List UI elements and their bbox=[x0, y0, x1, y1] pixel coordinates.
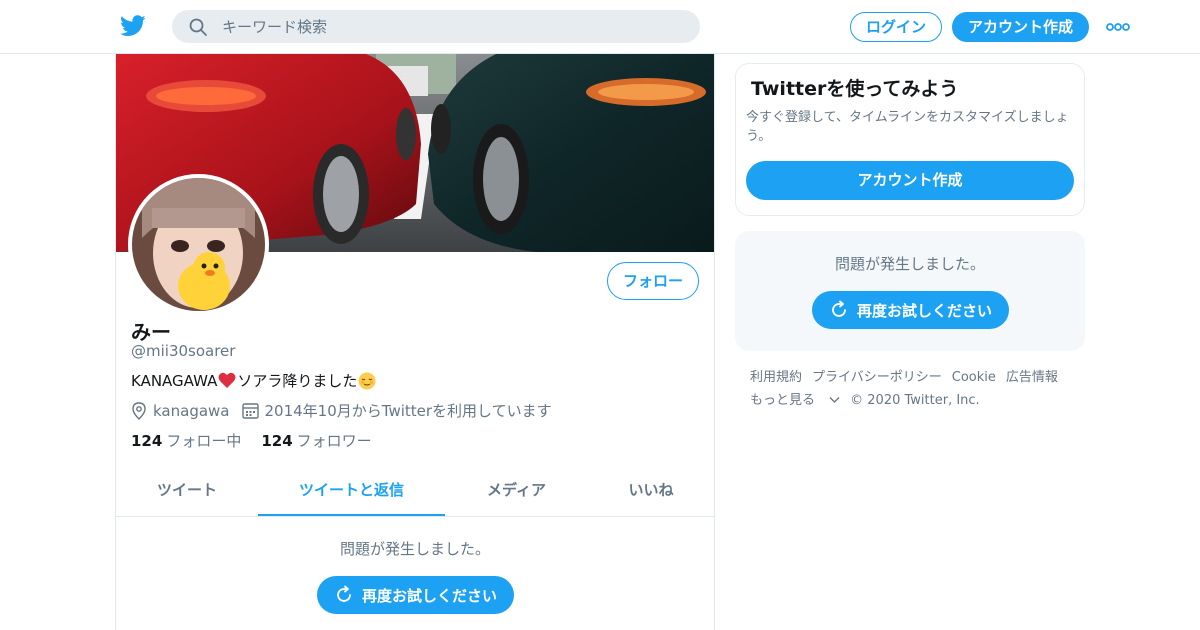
following-count: 124 bbox=[131, 432, 163, 450]
search-input[interactable] bbox=[222, 10, 682, 43]
timeline-retry-button[interactable]: 再度お試しください bbox=[317, 576, 514, 614]
location-text: kanagawa bbox=[153, 401, 230, 420]
profile-stats: 124 フォロー中 124 フォロワー bbox=[131, 430, 392, 451]
signup-button[interactable]: アカウント作成 bbox=[952, 12, 1089, 42]
profile-meta: kanagawa 2014年10月からTwitterを利用しています bbox=[131, 400, 564, 421]
relieved-face-icon bbox=[358, 372, 376, 389]
signup-promo-card: Twitterを使ってみよう 今すぐ登録して、タイムラインをカスタマイズしましょ… bbox=[735, 63, 1085, 216]
profile-column: フォロー みー @mii30soarer KANAGAWA ソアラ降りました k… bbox=[115, 54, 715, 630]
footer-more-link[interactable]: もっと見る bbox=[750, 389, 840, 412]
footer-link-ads[interactable]: 広告情報 bbox=[1006, 366, 1058, 389]
location-pin-icon bbox=[132, 401, 146, 420]
profile-handle[interactable]: @mii30soarer bbox=[131, 342, 235, 360]
refresh-icon bbox=[832, 300, 846, 317]
footer-links: 利用規約 プライバシーポリシー Cookie 広告情報 もっと見る © 2020… bbox=[750, 366, 1080, 412]
tab-tweets[interactable]: ツイート bbox=[116, 464, 258, 516]
footer-link-terms[interactable]: 利用規約 bbox=[750, 366, 802, 389]
profile-joined-date: 2014年10月からTwitterを利用しています bbox=[241, 400, 552, 421]
refresh-icon bbox=[337, 585, 351, 602]
followers-stat[interactable]: 124 フォロワー bbox=[261, 430, 371, 451]
footer-link-cookie[interactable]: Cookie bbox=[952, 366, 996, 389]
more-options-icon[interactable] bbox=[1106, 20, 1130, 34]
profile-bio: KANAGAWA ソアラ降りました bbox=[131, 370, 377, 391]
timeline-error-message: 問題が発生しました。 bbox=[339, 540, 490, 558]
followers-count: 124 bbox=[261, 432, 293, 450]
tab-likes[interactable]: いいね bbox=[588, 464, 714, 516]
chevron-down-icon bbox=[829, 397, 840, 403]
promo-title: Twitterを使ってみよう bbox=[751, 78, 959, 100]
twitter-bird-icon[interactable] bbox=[120, 14, 146, 38]
top-navigation-bar: ログイン アカウント作成 bbox=[0, 0, 1200, 54]
red-heart-icon bbox=[218, 372, 236, 388]
footer-link-privacy[interactable]: プライバシーポリシー bbox=[812, 366, 942, 389]
sidebar-retry-button[interactable]: 再度お試しください bbox=[812, 291, 1009, 329]
promo-description: 今すぐ登録して、タイムラインをカスタマイズしましょう。 bbox=[746, 110, 1069, 144]
bio-text-suffix: ソアラ降りました bbox=[237, 372, 358, 390]
tab-media[interactable]: メディア bbox=[445, 464, 588, 516]
followers-label: フォロワー bbox=[296, 432, 372, 450]
retry-label: 再度お試しください bbox=[361, 586, 497, 605]
search-icon bbox=[189, 18, 207, 36]
retry-label: 再度お試しください bbox=[856, 301, 992, 320]
following-label: フォロー中 bbox=[166, 432, 242, 450]
tab-tweets-and-replies[interactable]: ツイートと返信 bbox=[258, 464, 445, 516]
joined-text: 2014年10月からTwitterを利用しています bbox=[264, 402, 552, 420]
promo-signup-button[interactable]: アカウント作成 bbox=[746, 161, 1074, 200]
sidebar-error-card: 問題が発生しました。 再度お試しください bbox=[735, 231, 1085, 351]
more-label: もっと見る bbox=[750, 393, 816, 408]
sidebar-error-message: 問題が発生しました。 bbox=[834, 255, 985, 273]
follow-button[interactable]: フォロー bbox=[607, 262, 699, 300]
bio-text-prefix: KANAGAWA bbox=[131, 371, 218, 390]
following-stat[interactable]: 124 フォロー中 bbox=[131, 430, 241, 451]
profile-location: kanagawa bbox=[131, 402, 230, 420]
login-button[interactable]: ログイン bbox=[850, 12, 942, 42]
footer-copyright: © 2020 Twitter, Inc. bbox=[850, 393, 980, 408]
profile-tabs: ツイート ツイートと返信 メディア いいね bbox=[116, 464, 714, 517]
search-box[interactable] bbox=[172, 10, 700, 43]
calendar-icon bbox=[241, 403, 259, 419]
profile-avatar[interactable] bbox=[128, 174, 269, 315]
profile-name: みー bbox=[131, 320, 171, 344]
